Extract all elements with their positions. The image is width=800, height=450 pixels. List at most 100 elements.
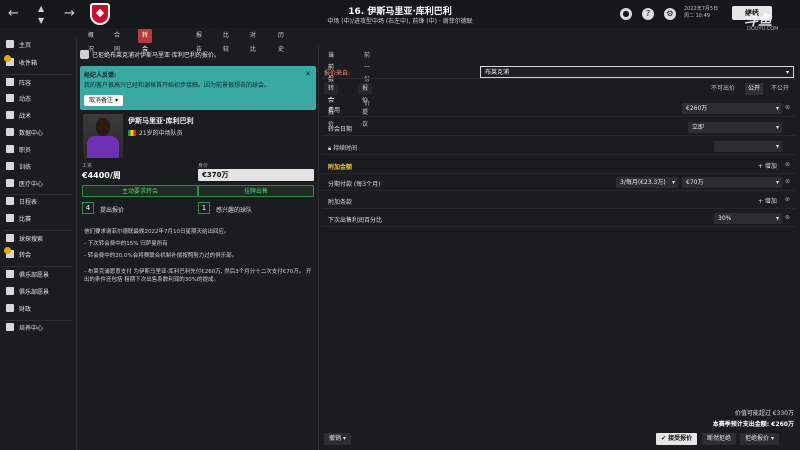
sidebar-item-label: 职员 [19,147,32,154]
clauses-header-row: 附加条款 + 增加 ⊗ [322,193,796,209]
value-box: €370万 [198,169,314,181]
date-line: 2022年7月5日 [684,6,719,12]
sidebar-item-label: 数据中心 [19,130,44,137]
offers-count[interactable]: 4 [82,202,94,214]
player-profile-card: 伊斯马里亚·库利巴利 21岁的中场队员 工资 €4400/周 身价 €370万 … [80,114,316,222]
sidebar-item-inbox[interactable]: 收件箱 [4,55,38,70]
installments-select[interactable]: 3/每月(€23.3万) ▾ [616,177,678,188]
interest-count[interactable]: 1 [198,202,210,214]
tab-transfer-offer[interactable]: 转会报价 [324,83,339,128]
sidebar-item-label: 阵容 [19,80,32,87]
transfer-date-label: 转会日期 [328,126,353,133]
sidebar-item-club-vision[interactable]: 俱乐部愿景 [6,270,49,282]
checkmark-icon: ✔ [661,435,667,442]
remove-icon[interactable]: ⊗ [785,178,790,185]
sidebar-item-competitions[interactable]: 比赛 [6,214,31,226]
button-label: 取消备注 [89,97,114,104]
settings-gear-icon[interactable]: ⚙ [664,8,676,20]
installments-row: 分期付款 (每3个月) 3/每月(€23.3万) ▾ €70万 ▾ ⊗ [322,175,796,191]
data-hub-icon [6,128,14,136]
notification-badge [4,247,11,254]
tactics-icon [6,111,14,119]
chevron-down-icon: ▾ [775,105,779,112]
reject-offer-button[interactable]: 拒绝报价 ▾ [740,433,779,445]
remove-icon[interactable]: ⊗ [785,161,790,168]
divider [4,230,72,231]
fee-input[interactable]: €260万 ▾ [682,103,782,114]
remove-icon[interactable]: ⊗ [785,214,790,221]
manager-icon[interactable]: ● [620,8,632,20]
accept-offer-button[interactable]: ✔ 接受报价 [656,433,698,445]
public-option[interactable]: 公开 [745,83,764,95]
counter-offer-button[interactable]: 断然拒绝 [702,433,737,445]
tab-comparison[interactable]: 对比 [250,29,256,53]
tab-compare[interactable]: 比较 [223,29,229,53]
installments-amount[interactable]: €70万 ▾ [682,177,782,188]
description-line: - 转会费中的20.0%会将赛联合机制补偿按照努力过的俱乐部。 [84,253,238,259]
tab-transfer[interactable]: 转会 [138,29,153,53]
club-badge-icon [80,50,89,59]
remove-icon[interactable]: ⊗ [785,104,790,111]
add-clause-button[interactable]: + 增加 [758,196,777,205]
sidebar-item-medical[interactable]: 医疗中心 [6,179,43,191]
sidebar-item-squad[interactable]: 阵容 [6,78,31,90]
transfer-list-button[interactable]: 挂牌出售 [198,185,314,197]
close-icon[interactable]: ✕ [305,70,311,78]
home-icon [6,40,14,48]
tab-history[interactable]: 历史 [278,29,284,53]
duration-label-text: 持续时间 [333,145,358,152]
sidebar-item-label: 转会 [19,252,32,259]
cancel-note-button[interactable]: 取消备注 ▾ [84,95,123,106]
duration-select[interactable]: ▾ [714,141,782,152]
sidebar-item-tactics[interactable]: 战术 [6,111,31,123]
extras-section-label: 附加金额 [328,164,353,171]
sidebar-item-staff[interactable]: 职员 [6,145,31,157]
next-sale-select[interactable]: 30% ▾ [714,213,782,224]
sidebar-item-label: 收件箱 [19,60,38,67]
training-icon [6,162,14,170]
add-extra-button[interactable]: + 增加 [758,161,777,170]
sidebar-item-data-hub[interactable]: 数据中心 [6,128,43,140]
player-name[interactable]: 伊斯马里亚·库利巴利 [128,116,194,126]
sidebar-item-dynamics[interactable]: 动态 [6,94,31,106]
chevron-down-icon: ▾ [775,215,779,222]
wage-label: 工资 [82,163,93,169]
offer-from-row: 报价来自: 布莱克浦 ▾ [322,65,796,79]
offers-label: 提出报价 [100,207,125,214]
clauses-label: 附加条款 [328,199,353,206]
chevron-down-icon: ▾ [114,97,118,104]
club-vision-icon [6,287,14,295]
chevron-down-icon: ▾ [775,143,779,150]
remove-icon[interactable]: ⊗ [785,196,790,203]
sidebar-item-scouting[interactable]: 球探搜索 [6,234,43,246]
sidebar-item-calendar[interactable]: 日程表 [6,197,37,209]
finances-icon [6,304,14,312]
notification-badge [4,55,11,62]
tab-offer-proposal[interactable]: 报价提议 [358,83,373,128]
revert-button[interactable]: 撤销 ▾ [324,433,351,445]
installments-amount-value: €70万 [686,179,704,186]
divider [4,320,72,321]
sidebar-item-finances[interactable]: 财政 [6,304,31,316]
transfer-date-select[interactable]: 立即 ▾ [688,122,782,133]
transfer-date-value: 立即 [692,124,705,131]
not-public-option[interactable]: 不公开 [768,83,792,95]
offer-from-select[interactable]: 布莱克浦 ▾ [480,66,794,78]
player-role: 21岁的中场队员 [128,128,183,137]
help-icon[interactable]: ? [642,8,654,20]
tab-reports[interactable]: 报告 [196,29,202,53]
expected-spend-text: 本赛季预计支出金额: €260万 [712,421,794,428]
sidebar-item-home[interactable]: 主页 [6,40,31,52]
sidebar-item-training[interactable]: 训练 [6,162,31,174]
not-tradable-option[interactable]: 不可出价 [708,83,738,95]
button-label: 拒绝报价 [745,435,770,442]
sidebar-item-label: 球探搜索 [19,236,44,243]
sidebar-item-development[interactable]: 培养中心 [6,323,43,335]
sidebar-item-transfers[interactable]: 转会 [4,247,32,262]
sidebar-item-club-vision-2[interactable]: 俱乐部愿景 [6,287,49,299]
club-vision-icon [6,270,14,278]
tab-contract[interactable]: 合同 [114,29,120,53]
tab-overview[interactable]: 概况 [88,29,94,53]
offer-from-label: 报价来自: [324,70,351,77]
request-transfer-button[interactable]: 主动要求转会 [82,185,198,197]
